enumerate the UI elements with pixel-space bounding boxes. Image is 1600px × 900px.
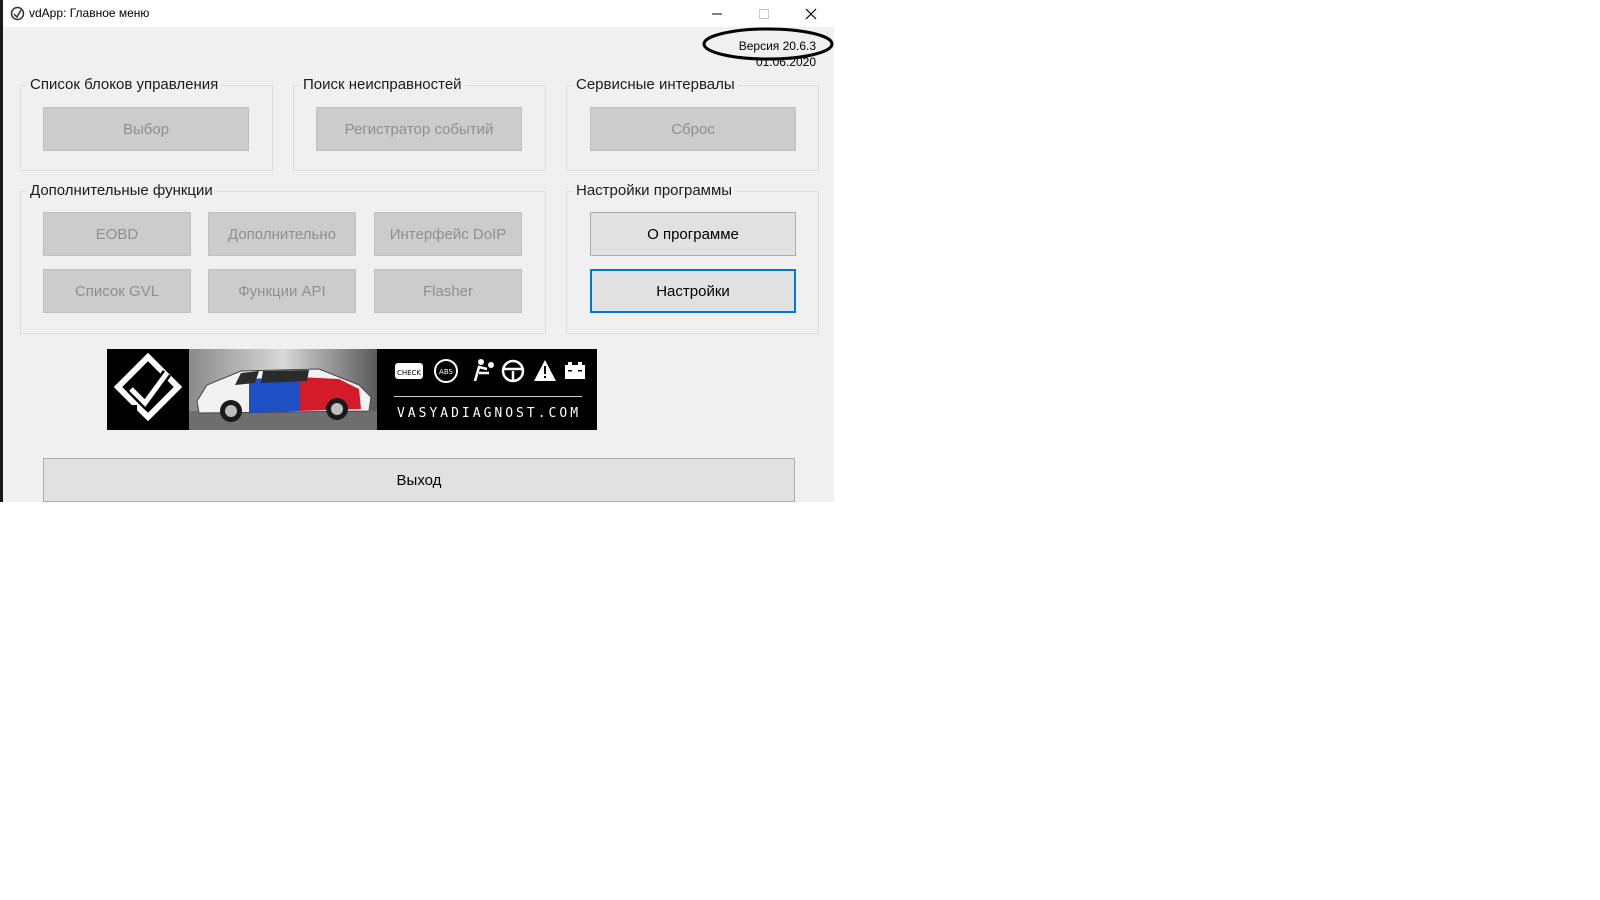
app-icon xyxy=(10,6,25,21)
highlight-ellipse xyxy=(702,27,834,61)
svg-text:CHECK: CHECK xyxy=(397,369,421,377)
maximize-icon xyxy=(759,9,769,19)
window-title: vdApp: Главное меню xyxy=(29,6,150,20)
abs-icon: ABS xyxy=(434,359,458,383)
group-fault-search: Поиск неисправностей Регистратор событий xyxy=(293,76,546,171)
gvl-list-button[interactable]: Список GVL xyxy=(43,269,191,313)
group-service-intervals: Сервисные интервалы Сброс xyxy=(566,76,819,171)
group-title: Поиск неисправностей xyxy=(300,76,465,93)
group-extra-functions: Дополнительные функции EOBD Дополнительн… xyxy=(20,182,546,334)
event-logger-button[interactable]: Регистратор событий xyxy=(316,107,522,151)
reset-button[interactable]: Сброс xyxy=(590,107,796,151)
group-title: Настройки программы xyxy=(573,182,736,199)
banner-divider xyxy=(394,396,582,397)
api-functions-button[interactable]: Функции API xyxy=(208,269,356,313)
group-title: Список блоков управления xyxy=(27,76,222,93)
eobd-button[interactable]: EOBD xyxy=(43,212,191,256)
select-button[interactable]: Выбор xyxy=(43,107,249,151)
banner-brand-text: VASYADIAGNOST.COM xyxy=(396,406,582,421)
airbag-icon xyxy=(473,359,494,382)
battery-icon xyxy=(565,362,585,379)
vasyadiagnost-banner[interactable]: CHECK ABS VASYADIAGNOST.COM xyxy=(107,349,597,430)
maximize-button xyxy=(741,0,787,27)
flasher-button[interactable]: Flasher xyxy=(374,269,522,313)
warning-icon xyxy=(534,360,556,381)
svg-text:ABS: ABS xyxy=(439,368,453,376)
doip-interface-button[interactable]: Интерфейс DoIP xyxy=(374,212,522,256)
close-button[interactable] xyxy=(788,0,834,27)
steering-icon xyxy=(501,359,525,383)
minimize-icon xyxy=(712,13,722,15)
main-window: vdApp: Главное меню Версия 20.6.3 01.06.… xyxy=(0,0,834,502)
close-icon xyxy=(805,8,817,20)
group-program-settings: Настройки программы О программе Настройк… xyxy=(566,182,819,334)
vasyadiagnost-logo xyxy=(107,349,189,430)
group-title: Сервисные интервалы xyxy=(573,76,738,93)
about-button[interactable]: О программе xyxy=(590,212,796,256)
title-bar[interactable]: vdApp: Главное меню xyxy=(3,0,834,27)
additional-button[interactable]: Дополнительно xyxy=(208,212,356,256)
exit-button[interactable]: Выход xyxy=(43,458,795,502)
minimize-button[interactable] xyxy=(694,0,740,27)
check-engine-icon: CHECK xyxy=(395,363,423,379)
settings-button[interactable]: Настройки xyxy=(590,269,796,313)
group-title: Дополнительные функции xyxy=(27,182,216,199)
car-image xyxy=(189,349,377,430)
group-control-units: Список блоков управления Выбор xyxy=(20,76,273,171)
